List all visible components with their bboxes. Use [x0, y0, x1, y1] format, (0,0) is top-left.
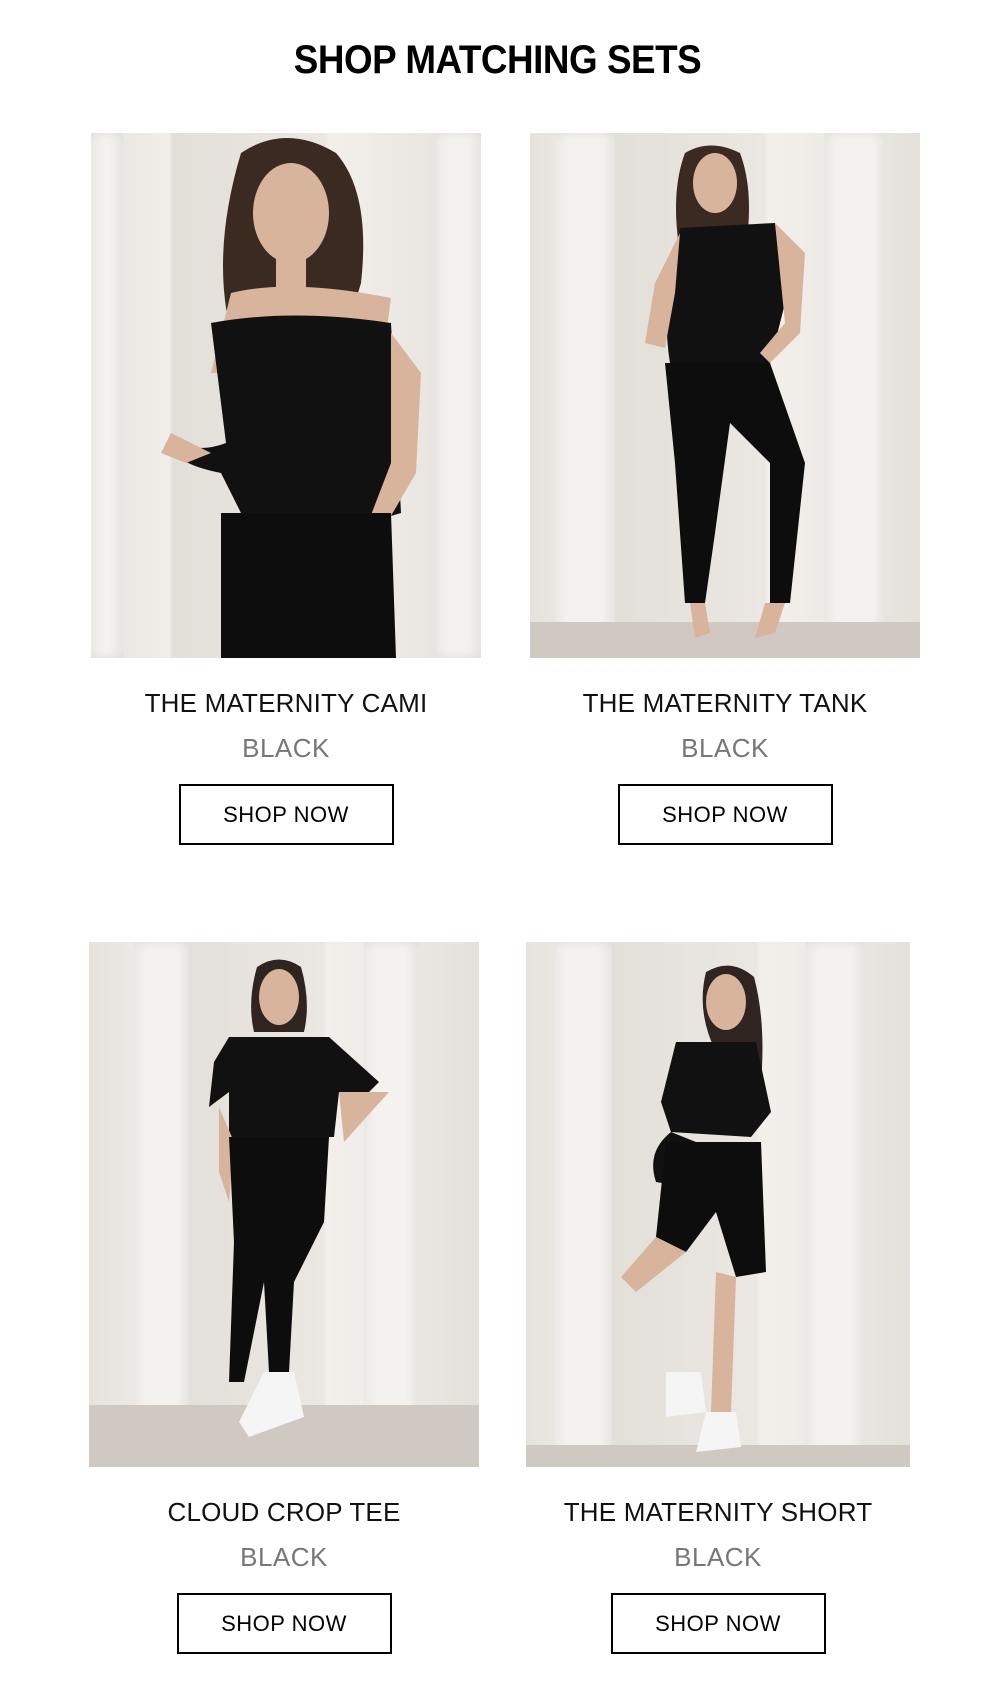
product-color: BLACK [242, 733, 330, 763]
product-name: THE MATERNITY SHORT [563, 1497, 873, 1527]
product-color: BLACK [674, 1542, 762, 1572]
product-name: THE MATERNITY CAMI [144, 688, 428, 718]
product-card-maternity-cami: THE MATERNITY CAMI BLACK SHOP NOW [91, 133, 481, 845]
product-name: CLOUD CROP TEE [167, 1497, 401, 1527]
product-image-maternity-cami[interactable] [91, 133, 481, 658]
product-name: THE MATERNITY TANK [582, 688, 868, 718]
product-card-maternity-short: THE MATERNITY SHORT BLACK SHOP NOW [526, 942, 910, 1654]
product-card-cloud-crop-tee: CLOUD CROP TEE BLACK SHOP NOW [89, 942, 479, 1654]
product-card-maternity-tank: THE MATERNITY TANK BLACK SHOP NOW [530, 133, 920, 845]
shop-now-button[interactable]: SHOP NOW [610, 1593, 826, 1654]
product-image-maternity-short[interactable] [526, 942, 910, 1467]
shop-now-button[interactable]: SHOP NOW [176, 1593, 392, 1654]
product-image-cloud-crop-tee[interactable] [89, 942, 479, 1467]
product-color: BLACK [240, 1542, 328, 1572]
shop-now-button[interactable]: SHOP NOW [178, 784, 394, 845]
product-image-maternity-tank[interactable] [530, 133, 920, 658]
page-title: SHOP MATCHING SETS [293, 38, 702, 82]
product-color: BLACK [681, 733, 769, 763]
shop-now-button[interactable]: SHOP NOW [617, 784, 833, 845]
